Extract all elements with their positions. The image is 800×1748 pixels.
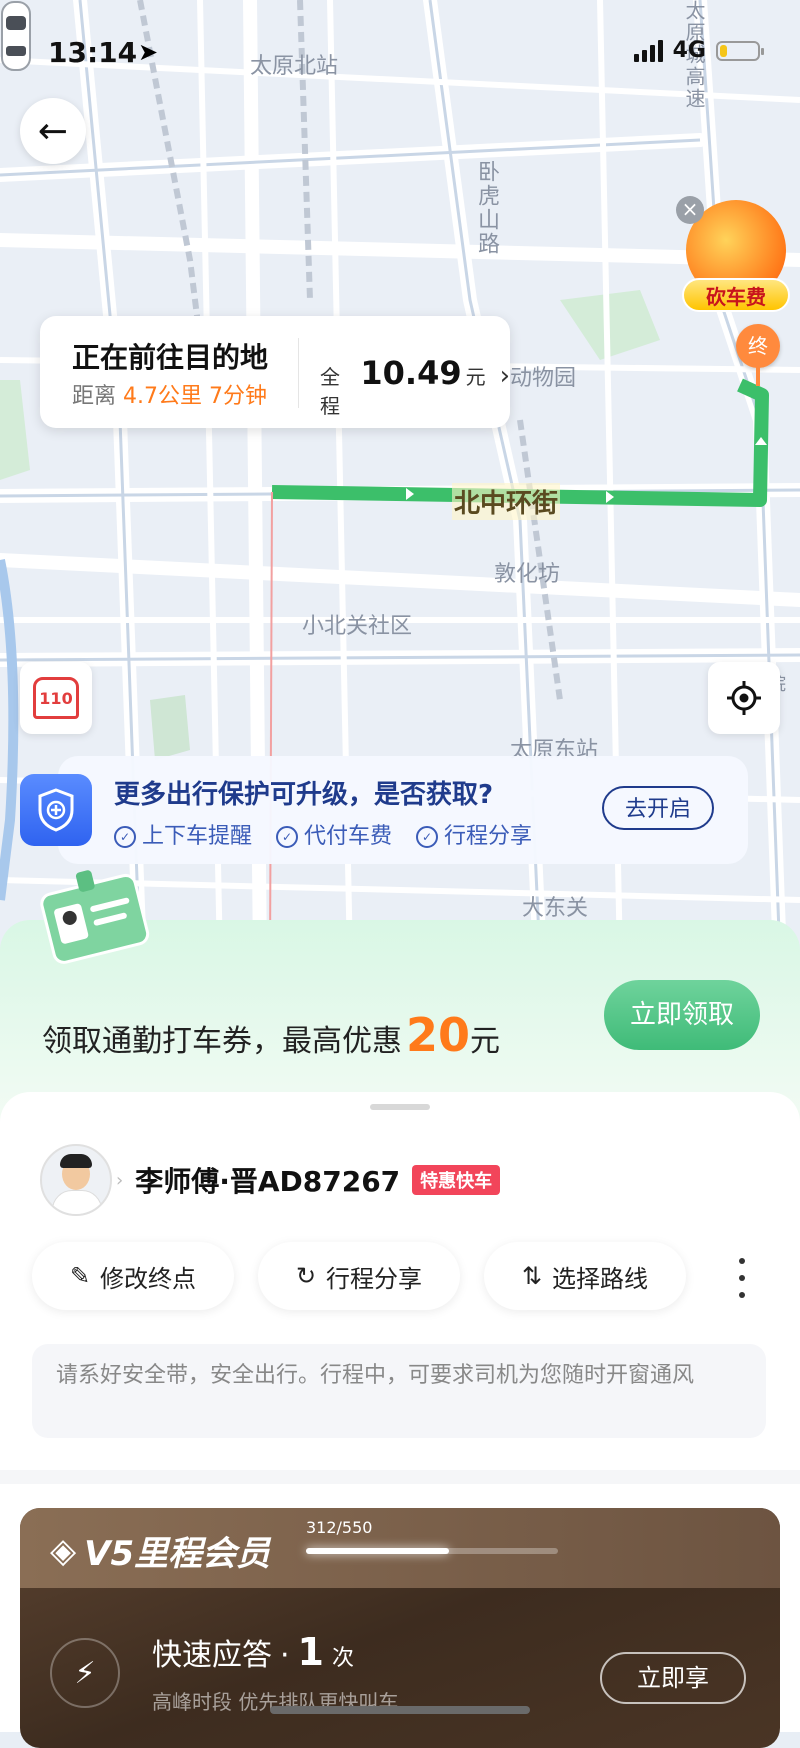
protection-items: 上下车提醒 代付车费 行程分享 — [114, 818, 532, 850]
coupon-description: 领取通勤打车券，最高优惠 — [42, 1024, 402, 1059]
divider — [298, 338, 299, 408]
arrow-left-icon: ← — [37, 110, 69, 152]
coupon-amount: 20 — [406, 1008, 471, 1062]
vip-progress-text: 312/550 — [306, 1518, 373, 1537]
protection-item: 代付车费 — [276, 818, 392, 850]
edit-destination-label: 修改终点 — [100, 1264, 197, 1293]
share-icon: ↻ — [295, 1262, 317, 1290]
driver-avatar[interactable] — [40, 1144, 112, 1216]
route-road-label: 北中环街 — [452, 483, 561, 520]
trip-actions: ✎ 修改终点 ↻ 行程分享 ⇅ 选择路线 — [32, 1242, 686, 1310]
distance-prefix: 距离 — [72, 384, 117, 409]
signal-icon — [633, 39, 663, 62]
driver-name-plate: 李师傅·晋AD87267 — [135, 1165, 401, 1198]
perk-count: 1 — [297, 1630, 324, 1674]
location-arrow-icon: ➤ — [138, 38, 159, 66]
chevron-right-icon: › — [499, 361, 510, 391]
enable-protection-button[interactable]: 去开启 — [602, 786, 714, 830]
safety-notice-text: 请系好安全带，安全出行。行程中，可要求司机为您随时开窗通风 — [56, 1363, 695, 1388]
trip-distance-eta: 距离 4.7公里 7分钟 — [72, 378, 267, 410]
protection-item: 上下车提醒 — [114, 818, 252, 850]
use-perk-button[interactable]: 立即享 — [600, 1652, 746, 1704]
fare-prefix: 全程 — [320, 365, 340, 418]
vip-title-text: V5里程会员 — [84, 1534, 271, 1574]
locate-button[interactable] — [708, 662, 780, 734]
safety-notice: 请系好安全带，安全出行。行程中，可要求司机为您随时开窗通风 — [32, 1344, 766, 1438]
promo-close-button[interactable]: × — [676, 196, 704, 224]
protection-banner[interactable]: 更多出行保护可升级，是否获取? 上下车提醒 代付车费 行程分享 去开启 — [58, 756, 748, 864]
choose-route-label: 选择路线 — [552, 1264, 649, 1293]
map-label-district: 敦化坊 — [494, 562, 561, 587]
vip-progress-bar — [306, 1548, 558, 1554]
battery-icon — [716, 40, 764, 61]
perk-unit: 次 — [332, 1646, 355, 1671]
eta-value: 7分钟 — [209, 384, 268, 409]
map-label-road: 卧虎山路 — [474, 160, 499, 256]
promo-label: 砍车费 — [682, 278, 790, 312]
map-label-dadongguan: 大东关 — [522, 896, 589, 921]
protection-question: 更多出行保护可升级，是否获取? — [114, 780, 494, 810]
protection-item: 行程分享 — [416, 818, 532, 850]
share-trip-button[interactable]: ↻ 行程分享 — [258, 1242, 460, 1310]
trip-bottom-sheet[interactable]: › 李师傅·晋AD87267 特惠快车 ✎ 修改终点 ↻ 行程分享 ⇅ 选择路线… — [0, 1092, 800, 1748]
destination-pin-stem — [756, 366, 760, 386]
driver-info[interactable]: › 李师傅·晋AD87267 特惠快车 — [40, 1144, 501, 1216]
status-time: 13:14 — [48, 36, 138, 69]
perk-name: 快速应答 — [152, 1638, 272, 1673]
police-icon: 110 — [33, 677, 79, 719]
trip-info-card[interactable]: 正在前往目的地 距离 4.7公里 7分钟 全程 10.49 元 › — [40, 316, 510, 428]
close-icon: × — [681, 197, 699, 221]
choose-route-button[interactable]: ⇅ 选择路线 — [484, 1242, 686, 1310]
edit-destination-button[interactable]: ✎ 修改终点 — [32, 1242, 234, 1310]
fare-unit: 元 — [465, 365, 486, 389]
pencil-icon: ✎ — [69, 1262, 91, 1290]
id-card-icon — [40, 870, 150, 964]
cube-icon: ◈ — [50, 1530, 77, 1571]
more-options-button[interactable] — [730, 1258, 754, 1298]
map-label-community: 小北关社区 — [302, 614, 413, 639]
home-indicator[interactable] — [270, 1706, 530, 1714]
destination-pin: 终 — [736, 324, 780, 368]
sheet-drag-handle[interactable] — [370, 1104, 430, 1110]
section-divider — [0, 1470, 800, 1484]
back-button[interactable]: ← — [20, 98, 86, 164]
perk-title: 快速应答 · 1 次 — [152, 1630, 354, 1674]
map-label-zoo: 动物园 — [510, 366, 577, 391]
distance-value: 4.7公里 — [123, 384, 203, 409]
coupon-text: 领取通勤打车券，最高优惠 20 元 — [42, 1008, 500, 1062]
lightning-icon: ⚡ — [50, 1638, 120, 1708]
status-bar: 13:14 ➤ 4G — [0, 30, 800, 74]
claim-coupon-button[interactable]: 立即领取 — [604, 980, 760, 1050]
network-type: 4G — [672, 38, 706, 63]
service-type-badge: 特惠快车 — [412, 1165, 501, 1195]
coupon-unit: 元 — [470, 1024, 501, 1059]
shield-icon — [20, 774, 92, 846]
crosshair-icon — [727, 681, 761, 715]
chevron-right-icon: › — [116, 1169, 124, 1191]
vip-title: ◈ V5里程会员 — [50, 1526, 270, 1575]
share-trip-label: 行程分享 — [326, 1264, 423, 1293]
trip-status: 正在前往目的地 — [72, 341, 269, 374]
fare-amount: 10.49 — [360, 354, 462, 392]
perk-dot: · — [280, 1638, 290, 1673]
route-icon: ⇅ — [521, 1262, 543, 1290]
police-110-button[interactable]: 110 — [20, 662, 92, 734]
fare-summary[interactable]: 全程 10.49 元 › — [320, 354, 510, 419]
